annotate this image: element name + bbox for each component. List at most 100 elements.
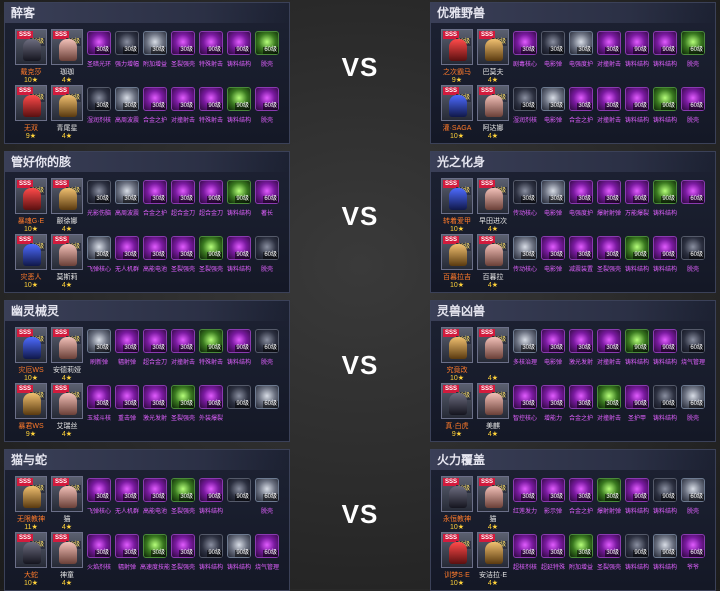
equipment-icon[interactable]: 30级 bbox=[541, 385, 565, 409]
equipment-icon[interactable]: 30级 bbox=[569, 534, 593, 558]
character-portrait[interactable]: SSS60级 bbox=[15, 476, 47, 512]
character-portrait[interactable]: SSS60级 bbox=[477, 476, 509, 512]
character-portrait[interactable]: SSS60级 bbox=[477, 532, 509, 568]
equipment-icon[interactable]: 30级 bbox=[87, 236, 111, 260]
character-portrait[interactable]: SSS60级 bbox=[51, 383, 83, 419]
character-portrait[interactable]: SSS60级 bbox=[441, 234, 473, 270]
equipment-icon[interactable]: 30级 bbox=[115, 534, 139, 558]
character-portrait[interactable]: SSS60级 bbox=[51, 178, 83, 214]
equipment-icon[interactable]: 30级 bbox=[87, 534, 111, 558]
equipment-icon[interactable]: 30级 bbox=[541, 87, 565, 111]
equipment-icon[interactable]: 30级 bbox=[513, 87, 537, 111]
equipment-icon[interactable]: 60级 bbox=[255, 385, 279, 409]
equipment-icon[interactable]: 90级 bbox=[227, 236, 251, 260]
equipment-icon[interactable]: 30级 bbox=[143, 180, 167, 204]
equipment-icon[interactable]: 30级 bbox=[597, 329, 621, 353]
equipment-icon[interactable]: 30级 bbox=[541, 236, 565, 260]
character-portrait[interactable]: SSS60级 bbox=[441, 532, 473, 568]
character-portrait[interactable]: SSS60级 bbox=[15, 178, 47, 214]
equipment-icon[interactable]: 30级 bbox=[597, 236, 621, 260]
equipment-icon[interactable]: 90级 bbox=[227, 31, 251, 55]
equipment-icon[interactable]: 30级 bbox=[87, 385, 111, 409]
equipment-icon[interactable]: 90级 bbox=[227, 478, 251, 502]
character-portrait[interactable]: SSS60级 bbox=[441, 476, 473, 512]
character-portrait[interactable]: SSS60级 bbox=[51, 327, 83, 363]
equipment-icon[interactable]: 30级 bbox=[569, 329, 593, 353]
equipment-icon[interactable]: 30级 bbox=[143, 478, 167, 502]
equipment-icon[interactable]: 30级 bbox=[171, 31, 195, 55]
equipment-icon[interactable]: 30级 bbox=[513, 478, 537, 502]
equipment-icon[interactable]: 30级 bbox=[87, 87, 111, 111]
character-portrait[interactable]: SSS60级 bbox=[51, 532, 83, 568]
equipment-icon[interactable]: 90级 bbox=[227, 534, 251, 558]
equipment-icon[interactable]: 30级 bbox=[513, 385, 537, 409]
equipment-icon[interactable]: 30级 bbox=[513, 329, 537, 353]
character-portrait[interactable]: SSS60级 bbox=[441, 383, 473, 419]
equipment-icon[interactable]: 30级 bbox=[171, 534, 195, 558]
equipment-icon[interactable]: 60级 bbox=[255, 180, 279, 204]
equipment-icon[interactable]: 30级 bbox=[513, 534, 537, 558]
equipment-icon[interactable]: 30级 bbox=[569, 478, 593, 502]
equipment-icon[interactable]: 90级 bbox=[653, 534, 677, 558]
equipment-icon[interactable]: 30级 bbox=[87, 329, 111, 353]
equipment-icon[interactable]: 30级 bbox=[171, 180, 195, 204]
equipment-icon[interactable]: 30级 bbox=[541, 478, 565, 502]
character-portrait[interactable]: SSS60级 bbox=[477, 178, 509, 214]
character-portrait[interactable]: SSS60级 bbox=[51, 29, 83, 65]
equipment-icon[interactable]: 30级 bbox=[597, 385, 621, 409]
character-portrait[interactable]: SSS60级 bbox=[15, 383, 47, 419]
character-portrait[interactable]: SSS60级 bbox=[51, 476, 83, 512]
character-portrait[interactable]: SSS60级 bbox=[477, 234, 509, 270]
character-portrait[interactable]: SSS60级 bbox=[15, 234, 47, 270]
character-portrait[interactable]: SSS60级 bbox=[15, 29, 47, 65]
equipment-icon[interactable]: 90级 bbox=[653, 236, 677, 260]
equipment-icon[interactable]: 30级 bbox=[143, 31, 167, 55]
equipment-icon[interactable]: 30级 bbox=[171, 329, 195, 353]
equipment-icon[interactable]: 90级 bbox=[227, 385, 251, 409]
equipment-icon[interactable]: 90级 bbox=[625, 180, 649, 204]
character-portrait[interactable]: SSS60级 bbox=[15, 85, 47, 121]
equipment-icon[interactable]: 30级 bbox=[541, 180, 565, 204]
equipment-icon[interactable]: 30级 bbox=[569, 385, 593, 409]
equipment-icon[interactable]: 90级 bbox=[625, 31, 649, 55]
equipment-icon[interactable]: 90级 bbox=[625, 329, 649, 353]
equipment-icon[interactable]: 60级 bbox=[681, 534, 705, 558]
equipment-icon[interactable]: 90级 bbox=[199, 87, 223, 111]
equipment-icon[interactable]: 30级 bbox=[541, 31, 565, 55]
equipment-icon[interactable]: 30级 bbox=[87, 31, 111, 55]
equipment-icon[interactable]: 30级 bbox=[143, 236, 167, 260]
character-portrait[interactable]: SSS60级 bbox=[51, 234, 83, 270]
equipment-icon[interactable]: 30级 bbox=[171, 87, 195, 111]
equipment-icon[interactable]: 90级 bbox=[227, 180, 251, 204]
equipment-icon[interactable]: 30级 bbox=[171, 236, 195, 260]
equipment-icon[interactable]: 60级 bbox=[255, 87, 279, 111]
character-portrait[interactable]: SSS60级 bbox=[477, 327, 509, 363]
equipment-icon[interactable]: 60级 bbox=[255, 31, 279, 55]
equipment-icon[interactable]: 30级 bbox=[143, 534, 167, 558]
equipment-icon[interactable]: 30级 bbox=[171, 478, 195, 502]
equipment-icon[interactable]: 30级 bbox=[87, 180, 111, 204]
equipment-icon[interactable]: 30级 bbox=[597, 478, 621, 502]
character-portrait[interactable]: SSS60级 bbox=[441, 29, 473, 65]
equipment-icon[interactable]: 90级 bbox=[199, 31, 223, 55]
equipment-icon[interactable]: 90级 bbox=[625, 534, 649, 558]
character-portrait[interactable]: SSS60级 bbox=[441, 85, 473, 121]
equipment-icon[interactable]: 90级 bbox=[199, 329, 223, 353]
equipment-icon[interactable]: 30级 bbox=[569, 236, 593, 260]
equipment-icon[interactable]: 30级 bbox=[115, 478, 139, 502]
equipment-icon[interactable]: 90级 bbox=[653, 385, 677, 409]
equipment-icon[interactable]: 90级 bbox=[653, 31, 677, 55]
equipment-icon[interactable]: 90级 bbox=[199, 180, 223, 204]
equipment-icon[interactable]: 90级 bbox=[227, 329, 251, 353]
equipment-icon[interactable]: 60级 bbox=[681, 31, 705, 55]
character-portrait[interactable]: SSS60级 bbox=[477, 383, 509, 419]
equipment-icon[interactable]: 30级 bbox=[597, 87, 621, 111]
character-portrait[interactable]: SSS60级 bbox=[477, 85, 509, 121]
equipment-icon[interactable]: 30级 bbox=[115, 87, 139, 111]
equipment-icon[interactable]: 30级 bbox=[569, 180, 593, 204]
equipment-icon[interactable]: 30级 bbox=[597, 31, 621, 55]
character-portrait[interactable]: SSS60级 bbox=[477, 29, 509, 65]
equipment-icon[interactable]: 60级 bbox=[255, 534, 279, 558]
character-portrait[interactable]: SSS60级 bbox=[51, 85, 83, 121]
equipment-icon[interactable]: 90级 bbox=[199, 478, 223, 502]
